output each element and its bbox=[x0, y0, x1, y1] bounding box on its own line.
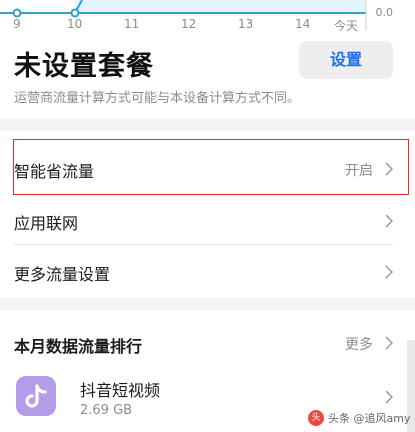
usage-area bbox=[75, 0, 366, 13]
chevron-right-icon[interactable] bbox=[385, 336, 393, 350]
x-tick: 14 bbox=[295, 17, 311, 31]
x-tick: 9 bbox=[13, 17, 21, 31]
x-tick: 11 bbox=[124, 17, 140, 31]
chevron-right-icon bbox=[385, 390, 393, 404]
douyin-app-icon bbox=[16, 376, 56, 416]
x-tick: 13 bbox=[238, 17, 254, 31]
app-network-row[interactable]: 应用联网 bbox=[0, 195, 415, 245]
highlight-box bbox=[13, 139, 409, 195]
ranking-more-link[interactable]: 更多 bbox=[345, 334, 373, 354]
more-data-settings-row[interactable]: 更多流量设置 bbox=[0, 246, 415, 296]
section-divider bbox=[0, 298, 415, 310]
row-label: 更多流量设置 bbox=[14, 265, 111, 284]
plan-note: 运营商流量计算方式可能与本设备计算方式不同。 bbox=[14, 91, 301, 106]
usage-chart: 9 10 11 12 13 14 今天 0.0 bbox=[0, 0, 415, 36]
x-tick: 今天 bbox=[334, 19, 359, 33]
x-tick: 12 bbox=[181, 17, 197, 31]
row-label: 应用联网 bbox=[14, 214, 79, 233]
chevron-right-icon bbox=[385, 214, 393, 228]
watermark-logo-icon: 头 bbox=[308, 410, 324, 426]
app-data-usage: 2.69 GB bbox=[80, 403, 133, 418]
ranking-title: 本月数据流量排行 bbox=[14, 337, 143, 356]
watermark: 头 头条 @追风amy bbox=[308, 410, 410, 426]
x-tick: 10 bbox=[67, 17, 83, 31]
chevron-right-icon bbox=[385, 265, 393, 279]
row-divider bbox=[14, 244, 393, 245]
watermark-text: 头条 @追风amy bbox=[328, 412, 411, 425]
y-axis-label: 0.0 bbox=[375, 6, 394, 19]
plan-title: 未设置套餐 bbox=[14, 51, 154, 82]
set-plan-button[interactable]: 设置 bbox=[299, 41, 393, 79]
point-9 bbox=[12, 8, 22, 18]
section-divider bbox=[0, 119, 415, 131]
app-name: 抖音短视频 bbox=[80, 381, 161, 400]
point-10 bbox=[70, 8, 80, 18]
